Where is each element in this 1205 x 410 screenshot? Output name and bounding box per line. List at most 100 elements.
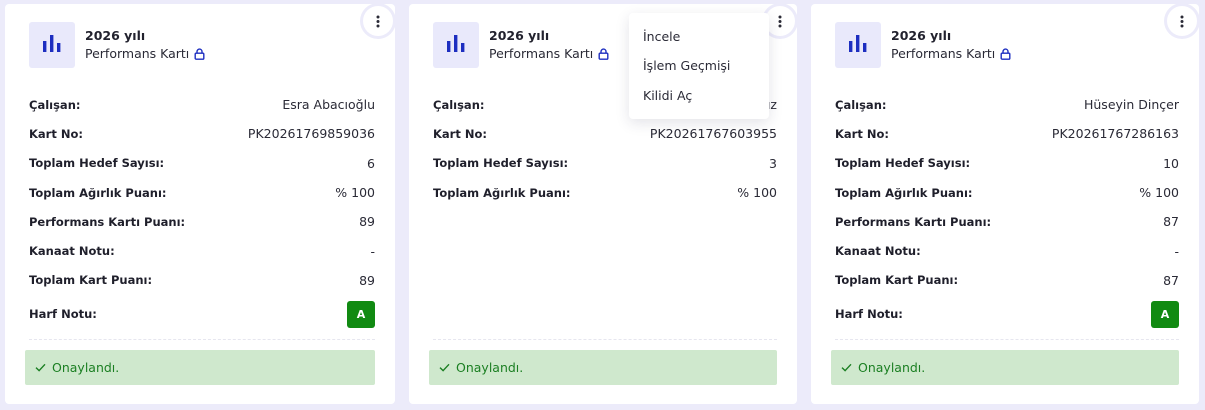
card-no-label: Kart No:: [835, 126, 889, 141]
performance-card: 2026 yılı Performans Kartı Çalışan: Esra…: [5, 4, 395, 404]
row-employee: Çalışan: Esra Abacıoğlu: [29, 90, 375, 119]
card-year: 2026 yılı: [891, 28, 952, 43]
performance-card: 2026 yılı Performans Kartı Çalışan: Hüse…: [811, 4, 1199, 404]
row-total-score: Toplam Kart Puanı: 87: [835, 266, 1179, 295]
employee-value: Hüseyin Dinçer: [1083, 97, 1179, 113]
card-details: Çalışan: Hüseyin Dinçer Kart No: PK20261…: [835, 90, 1179, 333]
weight-score-label: Toplam Ağırlık Puanı:: [835, 185, 973, 200]
kebab-vertical-icon: [376, 15, 380, 28]
weight-score-label: Toplam Ağırlık Puanı:: [433, 185, 571, 200]
weight-score-value: % 100: [737, 185, 777, 201]
lock-icon: [194, 48, 205, 60]
lock-icon: [1000, 48, 1011, 60]
total-score-value: 89: [359, 272, 375, 288]
check-icon: [841, 363, 852, 372]
performance-score-value: 87: [1163, 214, 1179, 230]
employee-label: Çalışan:: [835, 97, 887, 112]
card-header: 2026 yılı Performans Kartı: [835, 22, 1179, 68]
weight-score-value: % 100: [1139, 185, 1179, 201]
divider: [433, 339, 777, 340]
row-total-score: Toplam Kart Puanı: 89: [29, 266, 375, 295]
row-card-no: Kart No: PK20261767286163: [835, 119, 1179, 148]
card-icon-tile: [29, 22, 75, 68]
menu-item-history[interactable]: İşlem Geçmişi: [629, 51, 769, 80]
row-card-no: Kart No: PK20261769859036: [29, 119, 375, 148]
card-subtitle: Performans Kartı: [489, 46, 594, 61]
status-banner: Onaylandı.: [25, 350, 375, 385]
card-no-value: PK20261769859036: [247, 126, 375, 142]
row-card-no: Kart No: PK20261767603955: [433, 119, 777, 148]
card-year: 2026 yılı: [489, 28, 550, 43]
employee-value: Esra Abacıoğlu: [282, 97, 375, 113]
row-goal-count: Toplam Hedef Sayısı: 10: [835, 149, 1179, 178]
more-options-button[interactable]: [1167, 6, 1197, 36]
letter-grade-label: Harf Notu:: [835, 307, 903, 322]
row-opinion: Kanaat Notu: -: [835, 236, 1179, 265]
letter-grade-badge: A: [1151, 300, 1179, 328]
card-header: 2026 yılı Performans Kartı: [29, 22, 375, 68]
goal-count-value: 6: [367, 155, 375, 171]
card-no-value: PK20261767286163: [1051, 126, 1179, 142]
bar-chart-icon: [42, 34, 62, 56]
row-opinion: Kanaat Notu: -: [29, 236, 375, 265]
more-options-button[interactable]: [363, 6, 393, 36]
letter-grade-badge: A: [347, 300, 375, 328]
row-weight-score: Toplam Ağırlık Puanı: % 100: [29, 178, 375, 207]
goal-count-label: Toplam Hedef Sayısı:: [433, 156, 569, 171]
goal-count-value: 3: [769, 155, 777, 171]
menu-item-inspect[interactable]: İncele: [629, 22, 769, 51]
status-banner: Onaylandı.: [429, 350, 777, 385]
letter-grade-label: Harf Notu:: [29, 307, 97, 322]
card-subtitle: Performans Kartı: [891, 46, 996, 61]
employee-label: Çalışan:: [29, 97, 81, 112]
status-text: Onaylandı.: [456, 360, 524, 375]
check-icon: [35, 363, 46, 372]
status-banner: Onaylandı.: [831, 350, 1179, 385]
performance-score-label: Performans Kartı Puanı:: [835, 214, 992, 229]
opinion-value: -: [1174, 243, 1179, 259]
divider: [835, 339, 1179, 340]
card-details: Çalışan: Esra Abacıoğlu Kart No: PK20261…: [29, 90, 375, 333]
check-icon: [439, 363, 450, 372]
row-performance-score: Performans Kartı Puanı: 89: [29, 207, 375, 236]
status-text: Onaylandı.: [52, 360, 120, 375]
row-goal-count: Toplam Hedef Sayısı: 6: [29, 149, 375, 178]
total-score-label: Toplam Kart Puanı:: [835, 273, 959, 288]
divider: [29, 339, 375, 340]
row-employee: Çalışan: Hüseyin Dinçer: [835, 90, 1179, 119]
total-score-label: Toplam Kart Puanı:: [29, 273, 153, 288]
card-icon-tile: [433, 22, 479, 68]
status-text: Onaylandı.: [858, 360, 926, 375]
row-letter-grade: Harf Notu: A: [29, 295, 375, 333]
kebab-vertical-icon: [1180, 15, 1184, 28]
card-subtitle: Performans Kartı: [85, 46, 190, 61]
goal-count-value: 10: [1163, 155, 1179, 171]
card-no-label: Kart No:: [433, 126, 487, 141]
card-year: 2026 yılı: [85, 28, 146, 43]
opinion-value: -: [370, 243, 375, 259]
row-goal-count: Toplam Hedef Sayısı: 3: [433, 149, 777, 178]
row-performance-score: Performans Kartı Puanı: 87: [835, 207, 1179, 236]
card-icon-tile: [835, 22, 881, 68]
weight-score-label: Toplam Ağırlık Puanı:: [29, 185, 167, 200]
row-weight-score: Toplam Ağırlık Puanı: % 100: [433, 178, 777, 207]
goal-count-label: Toplam Hedef Sayısı:: [29, 156, 165, 171]
bar-chart-icon: [446, 34, 466, 56]
opinion-label: Kanaat Notu:: [835, 244, 921, 259]
more-options-button[interactable]: [765, 6, 795, 36]
bar-chart-icon: [848, 34, 868, 56]
goal-count-label: Toplam Hedef Sayısı:: [835, 156, 971, 171]
row-weight-score: Toplam Ağırlık Puanı: % 100: [835, 178, 1179, 207]
card-no-value: PK20261767603955: [649, 126, 777, 142]
lock-icon: [598, 48, 609, 60]
kebab-vertical-icon: [778, 15, 782, 28]
performance-score-label: Performans Kartı Puanı:: [29, 214, 186, 229]
total-score-value: 87: [1163, 272, 1179, 288]
performance-score-value: 89: [359, 214, 375, 230]
weight-score-value: % 100: [335, 185, 375, 201]
card-no-label: Kart No:: [29, 126, 83, 141]
employee-label: Çalışan:: [433, 97, 485, 112]
opinion-label: Kanaat Notu:: [29, 244, 115, 259]
menu-item-unlock[interactable]: Kilidi Aç: [629, 81, 769, 110]
row-letter-grade: Harf Notu: A: [835, 295, 1179, 333]
